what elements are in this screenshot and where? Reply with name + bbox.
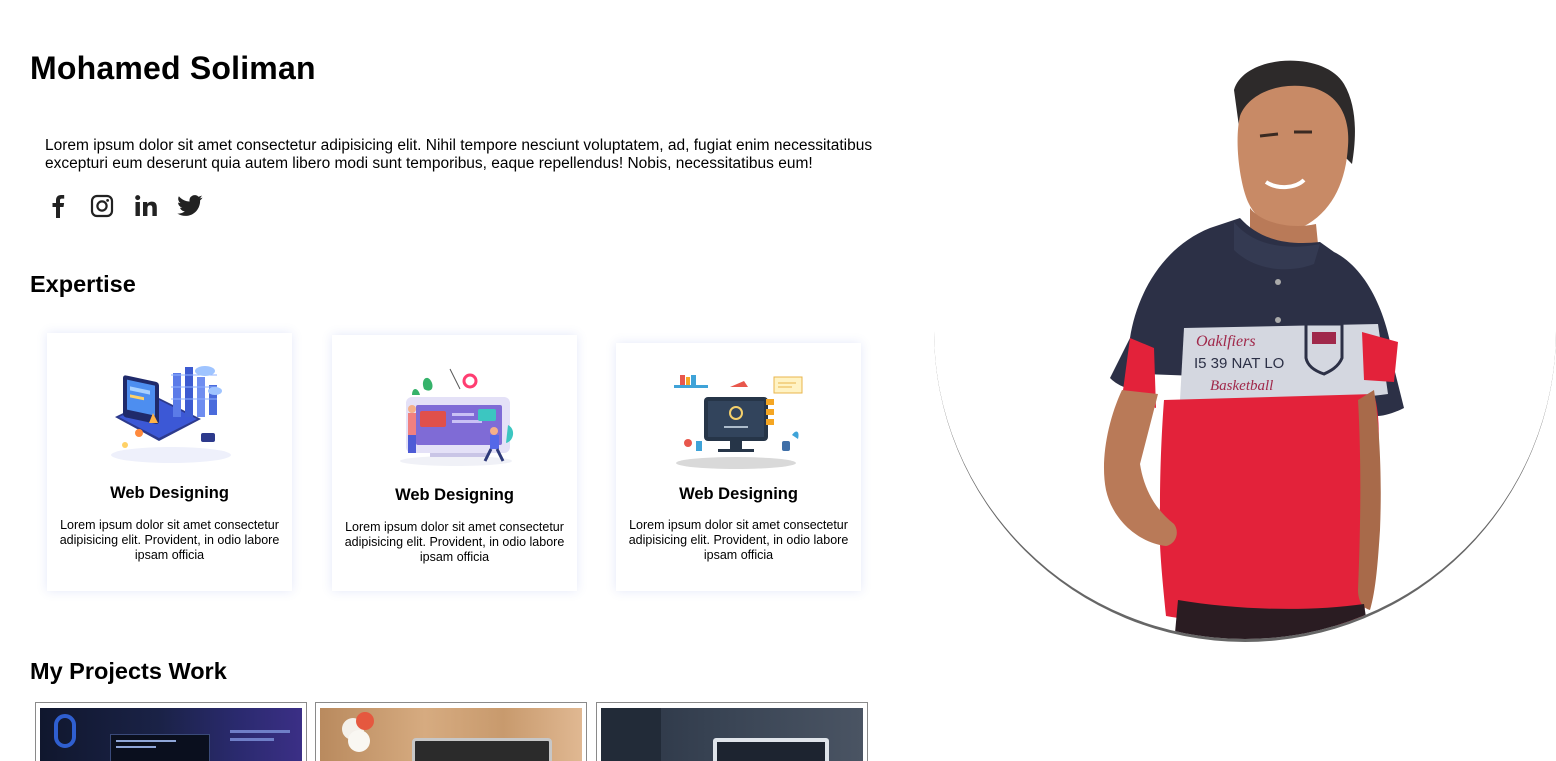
card-description: Lorem ipsum dolor sit amet consectetur a…: [628, 518, 849, 562]
web-design-illustration: [111, 366, 231, 463]
projects-heading: My Projects Work: [30, 658, 227, 684]
expertise-card: Web Designing Lorem ipsum dolor sit amet…: [332, 335, 577, 591]
card-title: Web Designing: [679, 485, 798, 503]
project-thumbnail: [320, 708, 582, 761]
card-description: Lorem ipsum dolor sit amet consectetur a…: [344, 520, 565, 564]
project-thumbnail: [40, 708, 302, 761]
expertise-card: Web Designing Lorem ipsum dolor sit amet…: [47, 333, 292, 591]
project-card[interactable]: [596, 702, 868, 761]
expertise-heading: Expertise: [30, 271, 136, 297]
twitter-icon[interactable]: [177, 192, 203, 220]
instagram-icon[interactable]: [89, 192, 115, 220]
project-card[interactable]: [35, 702, 307, 761]
linkedin-icon[interactable]: [133, 192, 159, 220]
ui-design-illustration: [400, 368, 514, 466]
project-thumbnail: [601, 708, 863, 761]
social-links: [45, 192, 203, 220]
facebook-icon[interactable]: [45, 192, 71, 220]
profile-name: Mohamed Soliman: [30, 50, 316, 86]
card-description: Lorem ipsum dolor sit amet consectetur a…: [59, 518, 280, 562]
svg-text:I5 39 NAT LO: I5 39 NAT LO: [1194, 355, 1284, 372]
profile-bio: Lorem ipsum dolor sit amet consectetur a…: [45, 137, 873, 172]
expertise-card: Web Designing Lorem ipsum dolor sit amet…: [616, 343, 861, 591]
person-photo: Oaklfiers I5 39 NAT LO Basketball: [1103, 60, 1404, 639]
svg-text:Oaklfiers: Oaklfiers: [1196, 333, 1256, 350]
project-card[interactable]: [315, 702, 587, 761]
profile-portrait: Oaklfiers I5 39 NAT LO Basketball: [934, 20, 1556, 642]
card-title: Web Designing: [395, 486, 514, 504]
creative-desk-illustration: [674, 375, 803, 469]
card-title: Web Designing: [110, 484, 229, 502]
svg-text:Basketball: Basketball: [1210, 378, 1273, 394]
